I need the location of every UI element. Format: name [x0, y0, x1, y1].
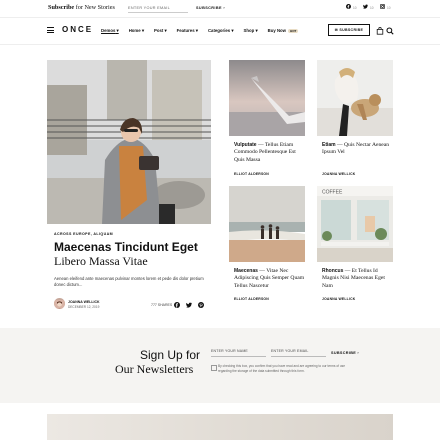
instagram-link[interactable]: 10 [380, 4, 391, 11]
menu-item-features[interactable]: Features ▾ [177, 28, 198, 34]
site-logo[interactable]: ONCE [62, 25, 93, 34]
facebook-share-icon[interactable] [174, 302, 180, 308]
main-navigation: ONCE Demos ▾ Home ▾ Post ▾ Features ▾ Ca… [0, 17, 440, 45]
hero-categories[interactable]: ACROSS EUROPE, ALIQUAM [54, 232, 113, 236]
menu-item-demos[interactable]: Demos ▾ [101, 28, 119, 34]
share-count: 777 SHARES [151, 303, 173, 307]
top-bar: Subscribe for New Stories ENTER YOUR EMA… [0, 0, 440, 17]
card-title-maecenas[interactable]: Maecenas — Vitae Nec Adipiscing Quis Sem… [234, 268, 306, 290]
menu-item-categories[interactable]: Categories ▾ [208, 28, 234, 34]
facebook-icon [346, 4, 351, 9]
newsletter-name-input[interactable]: ENTER YOUR NAME [211, 349, 266, 357]
featured-image-bottom[interactable] [47, 414, 393, 440]
hero-excerpt: Aenean eleifend ante maecenas pulvinar m… [54, 276, 204, 287]
svg-text:COFFEE: COFFEE [322, 190, 343, 196]
card-title-etiam[interactable]: Etiam — Quis Nectar Aenean Ipsum Vel [322, 142, 392, 157]
hero-title[interactable]: Maecenas Tincidunt Eget Libero Massa Vit… [54, 240, 214, 268]
consent-text: By checking this box, you confirm that y… [218, 364, 346, 373]
card-author-rhoncus[interactable]: JOANNA WELLICK [322, 297, 355, 301]
cart-icon[interactable] [376, 27, 384, 35]
nav-subscribe-button[interactable]: ✉ SUBSCRIBE [328, 24, 370, 36]
subscribe-heading: Subscribe for New Stories [48, 4, 115, 11]
hero-author-name[interactable]: JOANNA WELLICK [68, 300, 100, 304]
card-image-etiam[interactable] [317, 60, 393, 136]
facebook-count: 10 [353, 6, 357, 10]
card-image-rhoncus[interactable]: COFFEE [317, 186, 393, 262]
newsletter-title-line2: Our Newsletters [115, 362, 194, 376]
topbar-subscribe-button[interactable]: SUBSCRIBE › [196, 6, 225, 10]
twitter-share-icon[interactable] [186, 302, 192, 308]
pinterest-share-icon[interactable] [198, 302, 204, 308]
search-icon[interactable] [386, 27, 394, 35]
card-author-etiam[interactable]: JOANNA WELLICK [322, 172, 355, 176]
card-author-vulputate[interactable]: ELLIOT ALDERSON [234, 172, 269, 176]
hamburger-menu-icon[interactable] [47, 27, 54, 33]
instagram-icon [380, 4, 385, 9]
menu-item-buy-now[interactable]: Buy Now HOT [268, 28, 299, 34]
topbar-email-input[interactable]: ENTER YOUR EMAIL [128, 4, 188, 13]
consent-checkbox[interactable] [211, 365, 217, 371]
twitter-icon [363, 4, 368, 9]
card-title-vulputate[interactable]: Vulputate — Tellus Etiam Commodo Pellent… [234, 142, 306, 164]
newsletter-subscribe-button[interactable]: SUBSCRIBE › [331, 351, 359, 355]
newsletter-title-line1: Sign Up for [140, 348, 201, 362]
menu-item-post[interactable]: Post ▾ [154, 28, 167, 34]
facebook-link[interactable]: 10 [346, 4, 357, 11]
card-title-rhoncus[interactable]: Rhoncus — Et Tellus Id Magnis Nisi Maece… [322, 268, 392, 290]
main-menu: Demos ▾ Home ▾ Post ▾ Features ▾ Categor… [101, 28, 299, 34]
hot-badge: HOT [288, 29, 299, 33]
menu-item-shop[interactable]: Shop ▾ [244, 28, 258, 34]
author-avatar[interactable] [54, 298, 65, 309]
hero-date: DECEMBER 12, 2019 [68, 305, 100, 309]
card-image-maecenas[interactable] [229, 186, 305, 262]
twitter-link[interactable]: 10 [363, 4, 374, 11]
card-image-vulputate[interactable] [229, 60, 305, 136]
newsletter-section: Sign Up for Our Newsletters ENTER YOUR N… [0, 328, 440, 403]
twitter-count: 10 [370, 6, 374, 10]
instagram-count: 10 [387, 6, 391, 10]
newsletter-email-input[interactable]: ENTER YOUR EMAIL [271, 349, 326, 357]
card-author-maecenas[interactable]: ELLIOT ALDERSON [234, 297, 269, 301]
hero-image[interactable] [47, 60, 211, 224]
menu-item-home[interactable]: Home ▾ [129, 28, 144, 34]
